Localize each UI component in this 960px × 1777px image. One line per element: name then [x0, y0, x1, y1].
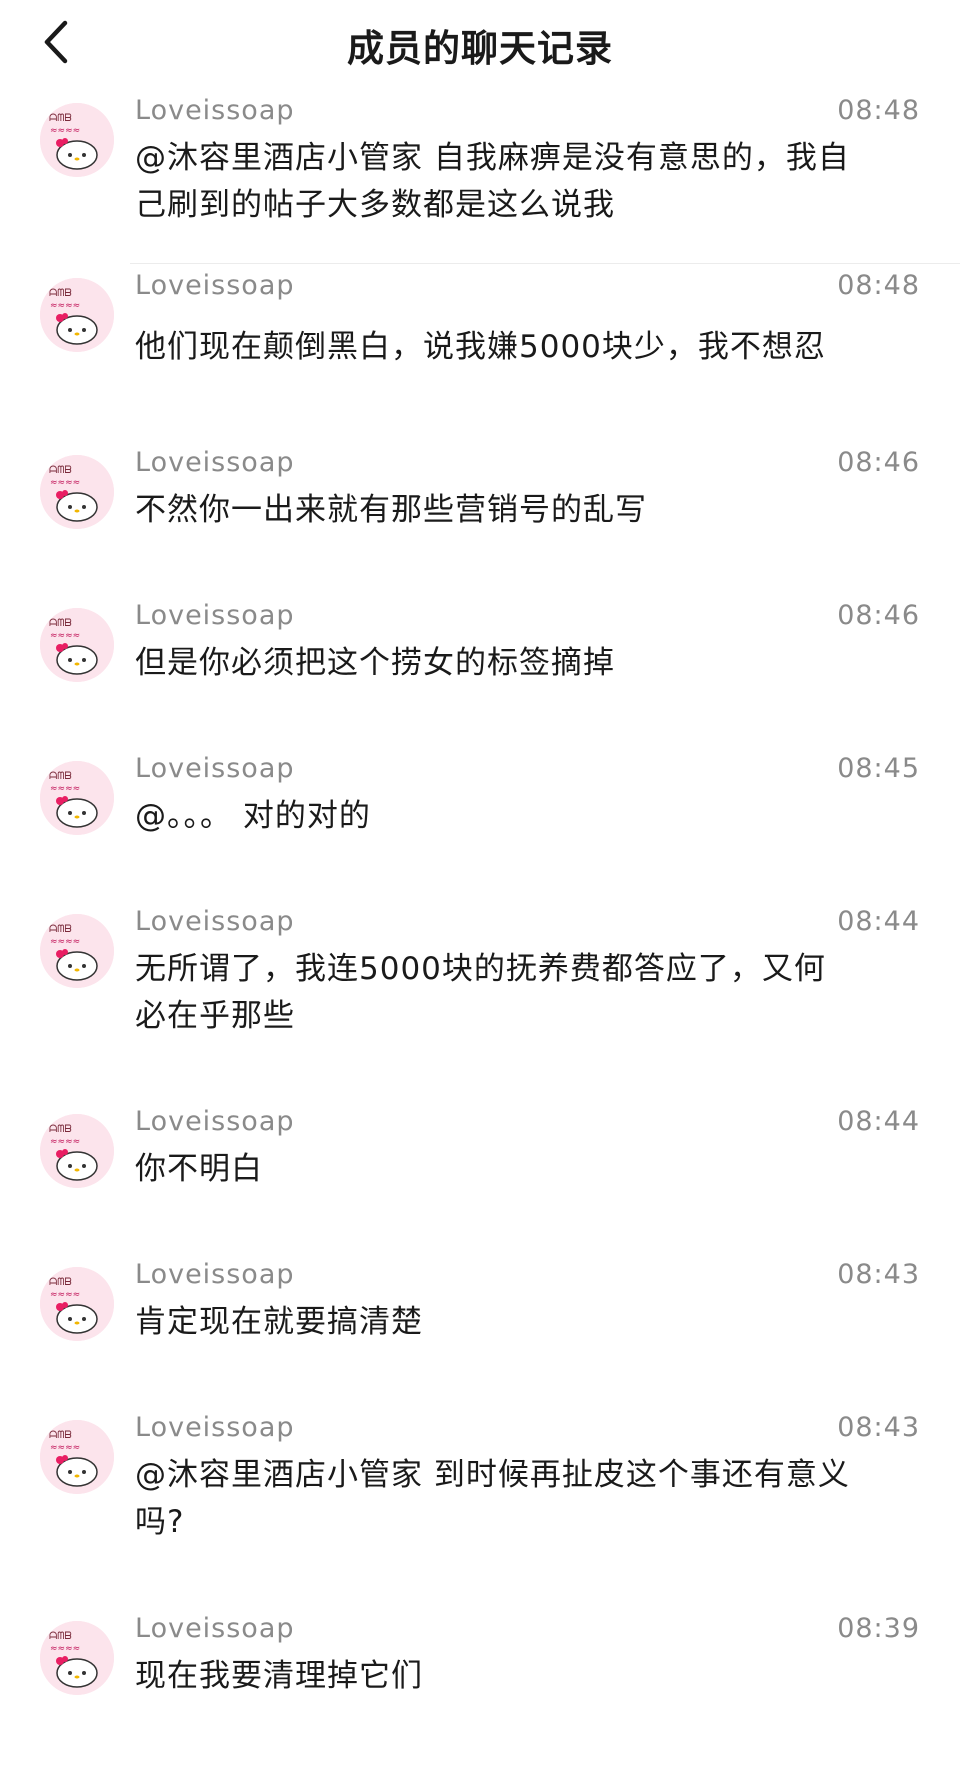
svg-text:≈≈≈≈: ≈≈≈≈ — [50, 937, 80, 947]
avatar[interactable]: ᗩᗰᗷ ≈≈≈≈ — [40, 1114, 114, 1188]
chat-message[interactable]: ᗩᗰᗷ ≈≈≈≈ Loveissoap 08:46 不然你一出来就有那些营销号的… — [0, 447, 960, 577]
sender-name: Loveissoap — [135, 270, 295, 301]
message-text: 肯定现在就要搞清楚 — [135, 1304, 423, 1340]
page-title: 成员的聊天记录 — [347, 27, 613, 70]
message-text: 他们现在颠倒黑白，说我嫌5000块少，我不想忍 — [135, 329, 826, 365]
svg-text:ᗩᗰᗷ: ᗩᗰᗷ — [49, 1124, 72, 1135]
message-time: 08:46 — [837, 447, 920, 478]
message-text: @沐容里酒店小管家 自我麻痹是没有意思的，我自己刷到的帖子大多数都是这么说我 — [135, 140, 850, 223]
message-time: 08:43 — [837, 1259, 920, 1290]
svg-text:≈≈≈≈: ≈≈≈≈ — [50, 301, 80, 311]
message-text: 你不明白 — [135, 1151, 263, 1187]
svg-text:≈≈≈≈: ≈≈≈≈ — [50, 478, 80, 488]
svg-text:ᗩᗰᗷ: ᗩᗰᗷ — [49, 113, 72, 124]
chat-message[interactable]: ᗩᗰᗷ ≈≈≈≈ Loveissoap 08:39 现在我要清理掉它们 — [0, 1613, 960, 1743]
chat-message[interactable]: ᗩᗰᗷ ≈≈≈≈ Loveissoap 08:45 @。。。 对的对的 — [0, 753, 960, 883]
message-time: 08:44 — [837, 1106, 920, 1137]
avatar[interactable]: ᗩᗰᗷ ≈≈≈≈ — [40, 1420, 114, 1494]
svg-text:ᗩᗰᗷ: ᗩᗰᗷ — [49, 1277, 72, 1288]
message-time: 08:48 — [837, 270, 920, 301]
avatar[interactable]: ᗩᗰᗷ ≈≈≈≈ — [40, 1621, 114, 1695]
svg-text:≈≈≈≈: ≈≈≈≈ — [50, 631, 80, 641]
divider — [130, 263, 960, 264]
svg-text:ᗩᗰᗷ: ᗩᗰᗷ — [49, 924, 72, 935]
message-time: 08:45 — [837, 753, 920, 784]
chat-message[interactable]: ᗩᗰᗷ ≈≈≈≈ Loveissoap 08:44 无所谓了，我连5000块的抚… — [0, 906, 960, 1076]
avatar[interactable]: ᗩᗰᗷ ≈≈≈≈ — [40, 608, 114, 682]
chat-message[interactable]: ᗩᗰᗷ ≈≈≈≈ Loveissoap 08:44 你不明白 — [0, 1106, 960, 1236]
message-time: 08:44 — [837, 906, 920, 937]
svg-text:ᗩᗰᗷ: ᗩᗰᗷ — [49, 1631, 72, 1642]
sender-name: Loveissoap — [135, 1412, 295, 1443]
sender-name: Loveissoap — [135, 95, 295, 126]
message-text: @沐容里酒店小管家 到时候再扯皮这个事还有意义吗? — [135, 1457, 850, 1540]
svg-text:≈≈≈≈: ≈≈≈≈ — [50, 1443, 80, 1453]
message-time: 08:46 — [837, 600, 920, 631]
svg-text:ᗩᗰᗷ: ᗩᗰᗷ — [49, 1430, 72, 1441]
message-text: @。。。 对的对的 — [135, 798, 371, 834]
sender-name: Loveissoap — [135, 1259, 295, 1290]
svg-text:≈≈≈≈: ≈≈≈≈ — [50, 784, 80, 794]
avatar[interactable]: ᗩᗰᗷ ≈≈≈≈ — [40, 455, 114, 529]
sender-name: Loveissoap — [135, 600, 295, 631]
chat-message[interactable]: ᗩᗰᗷ ≈≈≈≈ Loveissoap 08:48 @沐容里酒店小管家 自我麻痹… — [0, 95, 960, 265]
sender-name: Loveissoap — [135, 1106, 295, 1137]
message-time: 08:48 — [837, 95, 920, 126]
avatar[interactable]: ᗩᗰᗷ ≈≈≈≈ — [40, 914, 114, 988]
svg-text:≈≈≈≈: ≈≈≈≈ — [50, 126, 80, 136]
chat-message[interactable]: ᗩᗰᗷ ≈≈≈≈ Loveissoap 08:43 肯定现在就要搞清楚 — [0, 1259, 960, 1389]
svg-text:≈≈≈≈: ≈≈≈≈ — [50, 1644, 80, 1654]
sender-name: Loveissoap — [135, 447, 295, 478]
avatar[interactable]: ᗩᗰᗷ ≈≈≈≈ — [40, 103, 114, 177]
message-text: 但是你必须把这个捞女的标签摘掉 — [135, 645, 615, 681]
chat-message[interactable]: ᗩᗰᗷ ≈≈≈≈ Loveissoap 08:43 @沐容里酒店小管家 到时候再… — [0, 1412, 960, 1582]
sender-name: Loveissoap — [135, 906, 295, 937]
message-text: 无所谓了，我连5000块的抚养费都答应了，又何必在乎那些 — [135, 951, 826, 1034]
sender-name: Loveissoap — [135, 753, 295, 784]
svg-text:≈≈≈≈: ≈≈≈≈ — [50, 1137, 80, 1147]
message-time: 08:43 — [837, 1412, 920, 1443]
chat-message[interactable]: ᗩᗰᗷ ≈≈≈≈ Loveissoap 08:46 但是你必须把这个捞女的标签摘… — [0, 600, 960, 730]
svg-text:ᗩᗰᗷ: ᗩᗰᗷ — [49, 288, 72, 299]
svg-text:ᗩᗰᗷ: ᗩᗰᗷ — [49, 618, 72, 629]
avatar[interactable]: ᗩᗰᗷ ≈≈≈≈ — [40, 1267, 114, 1341]
sender-name: Loveissoap — [135, 1613, 295, 1644]
message-text: 不然你一出来就有那些营销号的乱写 — [135, 492, 647, 528]
message-text: 现在我要清理掉它们 — [135, 1658, 423, 1694]
svg-text:≈≈≈≈: ≈≈≈≈ — [50, 1290, 80, 1300]
avatar[interactable]: ᗩᗰᗷ ≈≈≈≈ — [40, 761, 114, 835]
chat-message[interactable]: ᗩᗰᗷ ≈≈≈≈ Loveissoap 08:48 他们现在颠倒黑白，说我嫌50… — [0, 270, 960, 430]
svg-text:ᗩᗰᗷ: ᗩᗰᗷ — [49, 771, 72, 782]
message-time: 08:39 — [837, 1613, 920, 1644]
avatar[interactable]: ᗩᗰᗷ ≈≈≈≈ — [40, 278, 114, 352]
svg-text:ᗩᗰᗷ: ᗩᗰᗷ — [49, 465, 72, 476]
top-bar: 成员的聊天记录 — [0, 0, 960, 92]
